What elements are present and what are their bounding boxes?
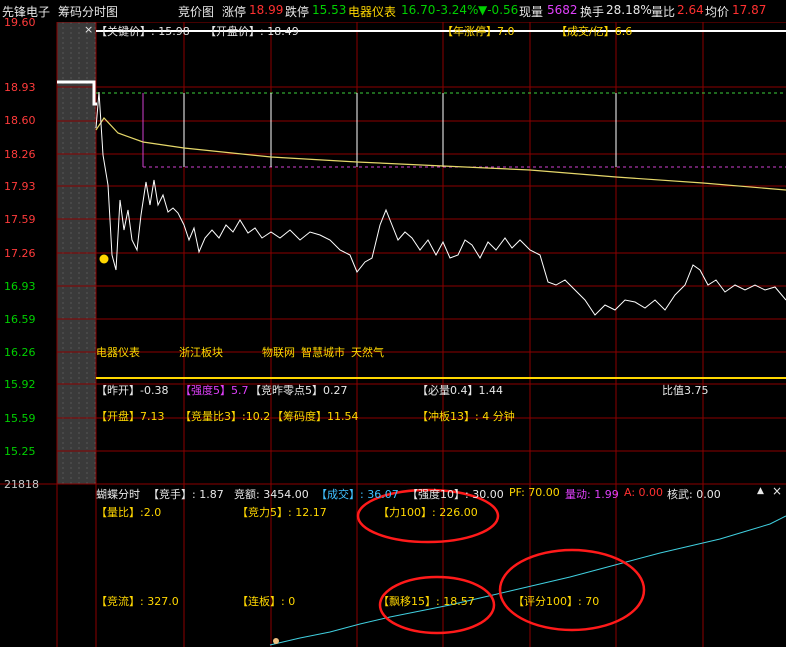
cumulative-line <box>269 515 786 646</box>
strength-tag: 【强度5】5.7 <box>180 384 249 397</box>
chip-degree-tag: 【筹码度】11.54 <box>272 410 359 423</box>
turnover-billion-tag: 【成交/亿】6.6 <box>556 25 633 38</box>
close-icon[interactable]: × <box>84 23 93 36</box>
concept-tag[interactable]: 天然气 <box>351 344 384 360</box>
limit-up-value: 18.99 <box>249 3 284 17</box>
header-bar: 先锋电子 筹码分时图 竞价图 涨停 18.99 跌停 15.53 电器仪表 16… <box>0 0 786 22</box>
panel-title[interactable]: 蝴蝶分时 <box>96 486 140 502</box>
open-tag: 【开盘】7.13 <box>96 410 165 423</box>
yesterday-zero-tag: 【竞昨零点5】0.27 <box>250 384 348 397</box>
open-price-tag: 【开盘价】: 18.49 <box>205 25 299 38</box>
auction-amount: 竞额: 3454.00 <box>234 488 309 501</box>
concept-tag[interactable]: 浙江板块 <box>179 344 223 360</box>
limit-up-label: 涨停 <box>222 5 247 19</box>
volume-label: 现量 <box>519 5 544 19</box>
auction-hand: 【竞手】: 1.87 <box>148 488 224 501</box>
concept-tag[interactable]: 物联网 <box>262 344 295 360</box>
cursor-icon <box>273 638 279 644</box>
sector-pct: -3.24% <box>436 3 479 17</box>
y-tick: 16.59 <box>4 313 36 326</box>
y-tick: 16.26 <box>4 346 36 359</box>
power100-value: 【力100】: 226.00 <box>378 506 478 519</box>
must-rise-tag: 【必量0.4】1.44 <box>417 384 503 397</box>
price-line <box>95 91 786 316</box>
y-bottom-label: 21818 <box>4 478 39 491</box>
ratio-tag: 比值3.75 <box>662 384 709 397</box>
y-tick: 15.92 <box>4 378 36 391</box>
annotation-circle <box>498 548 646 632</box>
panel-dropdown-icon[interactable]: ▲ <box>757 486 764 496</box>
tab-timeshare[interactable]: 筹码分时图 <box>58 3 118 20</box>
a-value: A: 0.00 <box>624 486 664 499</box>
consecutive-value: 【连板】: 0 <box>237 595 296 608</box>
concept-tag[interactable]: 电器仪表 <box>96 344 140 360</box>
auction-power-value: 【竞力5】: 12.17 <box>237 506 327 519</box>
score100-value: 【评分100】: 70 <box>513 595 600 608</box>
panel-close-icon[interactable]: × <box>772 484 782 498</box>
avg-price-label: 均价 <box>705 5 730 19</box>
y-tick: 17.26 <box>4 247 36 260</box>
sector-name[interactable]: 电器仪表 <box>348 3 396 20</box>
volume-value: 5682 <box>547 3 578 17</box>
vol-ratio2-value: 【量比】:2.0 <box>96 506 162 519</box>
turnover-label: 换手 <box>580 5 605 19</box>
vol-move-value: 量动: 1.99 <box>565 488 619 501</box>
sector-change: ▼-0.56 <box>478 3 519 17</box>
hewu-value: 核武: 0.00 <box>667 488 721 501</box>
timeshare-chart[interactable] <box>0 0 786 647</box>
auction-vol-ratio-tag: 【竞量比3】:10.2 <box>180 410 271 423</box>
y-tick: 17.93 <box>4 180 36 193</box>
turnover-value: 28.18% <box>606 3 652 17</box>
y-tick: 18.60 <box>4 114 36 127</box>
y-tick: 16.93 <box>4 280 36 293</box>
y-tick: 18.26 <box>4 148 36 161</box>
limit-up-years-tag: 【年涨停】7.0 <box>442 25 515 38</box>
limit-down-label: 跌停 <box>285 5 310 19</box>
limit-time-tag: 【冲板13】: 4 分钟 <box>417 410 515 423</box>
limit-down-value: 15.53 <box>312 3 347 17</box>
y-tick: 19.60 <box>4 16 36 29</box>
strength10-value: 【强度10】: 30.00 <box>407 488 504 501</box>
drift-value: 【飘移15】: 18.57 <box>378 595 475 608</box>
avg-price-value: 17.87 <box>732 3 767 17</box>
sector-price: 16.70 <box>401 3 436 17</box>
tab-auction[interactable]: 竞价图 <box>178 3 214 20</box>
deal-value: 【成交】: 36.07 <box>316 488 399 501</box>
concept-tag[interactable]: 智慧城市 <box>301 344 345 360</box>
key-price-tag: 【关键价】: 15.98 <box>96 25 190 38</box>
y-tick: 18.93 <box>4 81 36 94</box>
y-tick: 15.59 <box>4 412 36 425</box>
y-tick: 15.25 <box>4 445 36 458</box>
vol-ratio-value: 2.64 <box>677 3 704 17</box>
vol-ratio-label: 量比 <box>651 5 676 19</box>
yesterday-open-tag: 【昨开】-0.38 <box>96 384 169 397</box>
pf-value: PF: 70.00 <box>509 486 560 499</box>
start-marker <box>99 254 109 264</box>
auction-flow-value: 【竞流】: 327.0 <box>96 595 179 608</box>
y-tick: 17.59 <box>4 213 36 226</box>
